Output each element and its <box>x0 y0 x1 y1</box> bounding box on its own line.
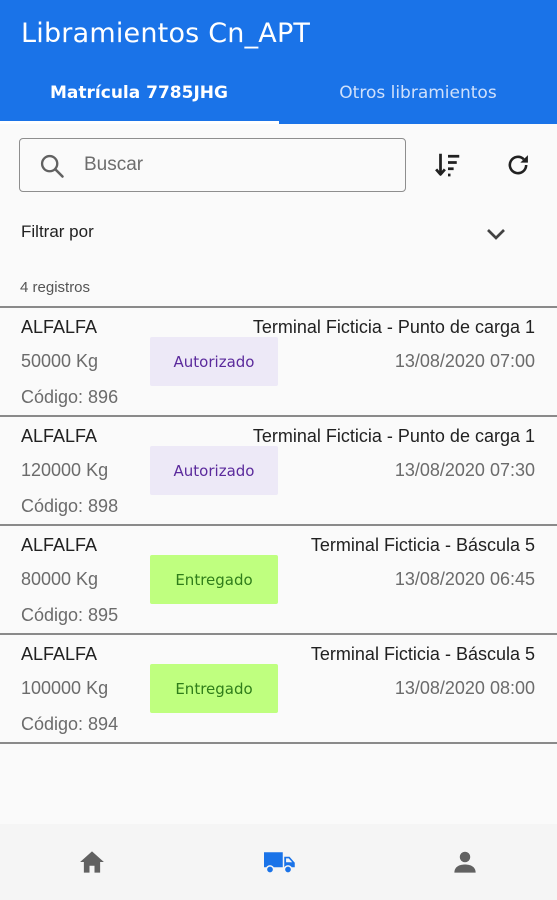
record-code: Código: 894 <box>21 714 119 734</box>
product-name: ALFALFA <box>21 644 98 664</box>
record-code: Código: 896 <box>21 387 119 407</box>
search-input[interactable] <box>84 139 394 191</box>
list-item[interactable]: ALFALFA 100000 Kg Código: 894 Entregado … <box>0 635 557 742</box>
location: Terminal Ficticia - Punto de carga 1 <box>252 317 535 337</box>
tab-indicator <box>0 121 279 124</box>
list-item[interactable]: ALFALFA 50000 Kg Código: 896 Autorizado … <box>0 308 557 415</box>
weight: 120000 Kg <box>21 460 109 480</box>
weight: 100000 Kg <box>21 678 109 698</box>
location: Terminal Ficticia - Báscula 5 <box>310 535 535 555</box>
datetime: 13/08/2020 08:00 <box>394 678 535 698</box>
list-item[interactable]: ALFALFA 80000 Kg Código: 895 Entregado T… <box>0 526 557 633</box>
record-code: Código: 898 <box>21 496 119 516</box>
product-name: ALFALFA <box>21 535 98 555</box>
datetime: 13/08/2020 06:45 <box>394 569 535 589</box>
divider <box>0 742 557 744</box>
status-badge: Entregado <box>150 664 278 713</box>
filter-toggle[interactable]: Filtrar por <box>0 210 557 256</box>
refresh-icon <box>508 155 528 175</box>
sort-descending-icon <box>435 153 460 177</box>
weight: 50000 Kg <box>21 351 99 371</box>
record-code: Código: 895 <box>21 605 119 625</box>
status-badge: Autorizado <box>150 446 278 495</box>
tab-otros-libramientos-label: Otros libramientos <box>339 83 497 103</box>
tab-matricula[interactable]: Matrícula 7785JHG <box>0 62 278 124</box>
record-count: 4 registros <box>20 279 91 296</box>
product-name: ALFALFA <box>21 426 98 446</box>
search-box[interactable] <box>19 138 406 192</box>
records-list: ALFALFA 50000 Kg Código: 896 Autorizado … <box>0 306 557 744</box>
datetime: 13/08/2020 07:00 <box>394 351 535 371</box>
location: Terminal Ficticia - Punto de carga 1 <box>252 426 535 446</box>
datetime: 13/08/2020 07:30 <box>394 460 535 480</box>
sort-button[interactable] <box>426 143 470 187</box>
list-item[interactable]: ALFALFA 120000 Kg Código: 898 Autorizado… <box>0 417 557 524</box>
refresh-button[interactable] <box>496 143 540 187</box>
product-name: ALFALFA <box>21 317 98 337</box>
weight: 80000 Kg <box>21 569 99 589</box>
nav-deliveries[interactable] <box>259 842 299 882</box>
tab-otros-libramientos[interactable]: Otros libramientos <box>279 62 557 124</box>
app-title: Libramientos Cn_APT <box>21 18 311 49</box>
bottom-navigation <box>0 824 557 900</box>
person-icon <box>454 851 476 873</box>
chevron-down-icon <box>487 229 505 240</box>
app-bar: Libramientos Cn_APT Matrícula 7785JHG Ot… <box>0 0 557 124</box>
location: Terminal Ficticia - Báscula 5 <box>310 644 535 664</box>
search-icon <box>40 154 64 178</box>
status-badge: Autorizado <box>150 337 278 386</box>
truck-icon <box>264 852 295 874</box>
status-badge: Entregado <box>150 555 278 604</box>
tab-matricula-label: Matrícula 7785JHG <box>50 83 228 103</box>
filter-label: Filtrar por <box>21 222 94 241</box>
nav-home[interactable] <box>72 842 112 882</box>
nav-profile[interactable] <box>445 842 485 882</box>
home-icon <box>80 851 104 873</box>
